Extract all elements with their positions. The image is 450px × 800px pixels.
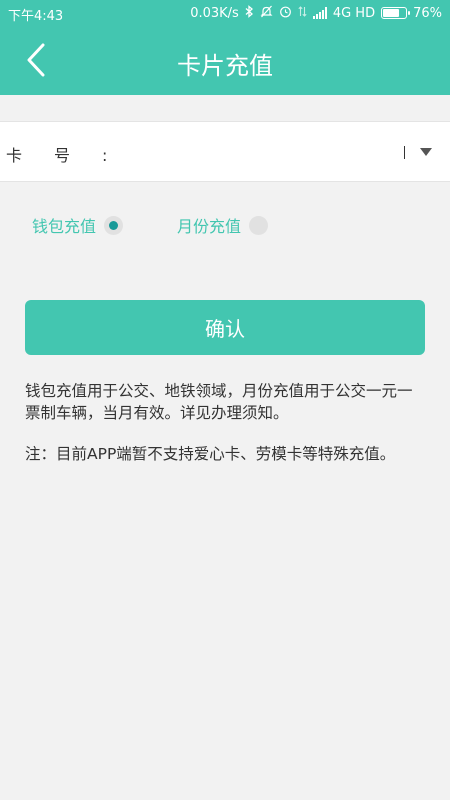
battery-icon — [381, 7, 411, 19]
radio-wallet-recharge[interactable]: 钱包充值 — [32, 213, 124, 237]
title-bar: 卡片充值 — [0, 26, 450, 95]
status-icons: 0.03K/s 4G HD 76% — [190, 5, 442, 21]
radio-monthly-recharge[interactable]: 月份充值 — [177, 213, 269, 237]
mute-icon — [260, 5, 273, 21]
alarm-icon — [279, 5, 292, 21]
recharge-notice: 注：目前APP端暂不支持爱心卡、劳模卡等特殊充值。 — [25, 445, 396, 463]
card-number-input[interactable] — [90, 136, 390, 168]
network-type: 4G HD — [332, 5, 376, 21]
radio-checked-icon[interactable] — [104, 215, 124, 235]
battery-fill — [383, 9, 400, 17]
text-cursor — [404, 142, 406, 160]
recharge-description: 钱包充值用于公交、地铁领域，月份充值用于公交一元一票制车辆，当月有效。详见办理须… — [25, 382, 413, 422]
data-transfer-icon — [298, 5, 307, 21]
radio-unchecked-icon[interactable] — [249, 215, 269, 235]
recharge-type-group: 钱包充值 月份充值 — [0, 205, 450, 245]
radio-wallet-label: 钱包充值 — [32, 217, 97, 236]
app-header: 下午4:43 0.03K/s 4G HD 76% 卡片充值 — [0, 0, 450, 95]
signal-icon — [312, 7, 327, 19]
card-number-row: 卡号: — [0, 121, 450, 182]
page-title: 卡片充值 — [177, 52, 273, 80]
network-speed: 0.03K/s — [190, 5, 239, 21]
triangle-down-icon — [420, 148, 432, 156]
radio-monthly-label: 月份充值 — [177, 217, 242, 236]
bluetooth-icon — [245, 5, 254, 21]
status-time: 下午4:43 — [8, 9, 64, 24]
status-bar: 下午4:43 0.03K/s 4G HD 76% — [0, 0, 450, 26]
confirm-button[interactable]: 确认 — [25, 300, 425, 355]
battery-text: 76% — [413, 5, 442, 21]
card-dropdown-button[interactable] — [414, 140, 438, 164]
